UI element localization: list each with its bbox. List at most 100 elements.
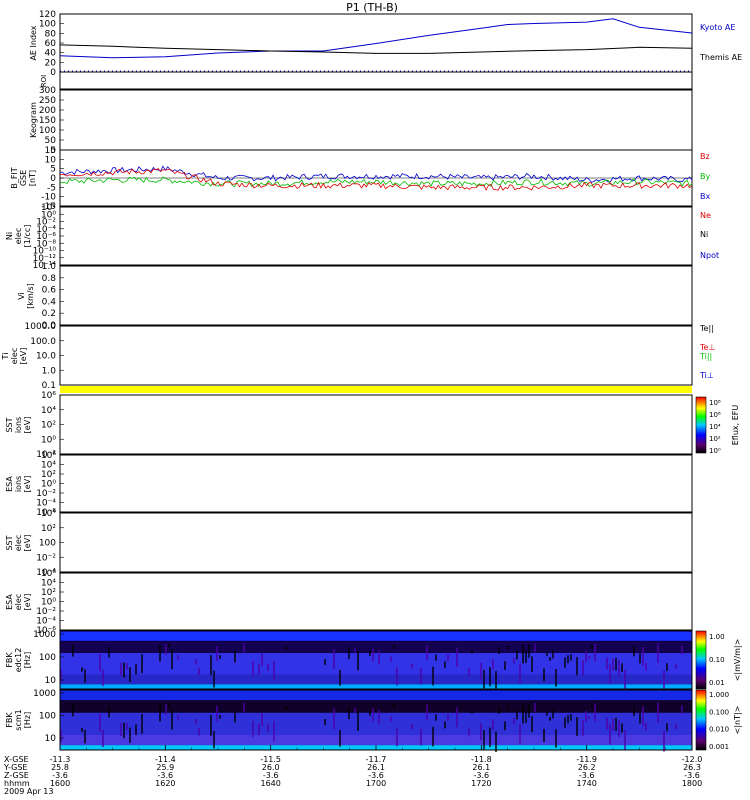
fbk1-spec-stripe [588, 656, 590, 660]
fbk2-spec-stripe [549, 716, 551, 721]
esa_i-ytick-label: 10⁰ [41, 480, 56, 490]
vi-ylabel-units: [km/s] [26, 283, 35, 309]
fbk2-spec-stripe [591, 704, 593, 709]
esa_e-ytick-label: 10⁻² [36, 607, 56, 617]
fbk1-spec-stripe [354, 648, 356, 653]
fbk2-spec-stripe [492, 719, 494, 730]
fbk2-ylabel-channel: scm1 [14, 709, 23, 730]
legend-npot: Npot [700, 251, 719, 260]
roi-ylabel: ROI [40, 75, 48, 87]
fbk2-spec-stripe [210, 714, 212, 736]
fbk2-spec-stripe [372, 708, 374, 722]
fbk2-spec-stripe [555, 729, 557, 748]
fbk2-spec-stripe [390, 716, 392, 722]
fbk2-spec-stripe [129, 727, 131, 743]
fbk2-spec-stripe [216, 705, 218, 721]
fbk2-spec-stripe [615, 717, 617, 731]
sst-elec-panel-frame [59, 512, 693, 573]
fbk2-spec-stripe [504, 721, 506, 731]
fbk1-spec-stripe [99, 654, 101, 672]
esa-ions-ylabel: ESA [5, 476, 14, 492]
fbk1-spec-stripe [528, 644, 530, 658]
fbk2-spec-stripe [219, 714, 221, 719]
fbk2-spec-stripe [612, 718, 614, 731]
esa-elec-panel-frame [59, 572, 693, 631]
fbk2-spec-stripe [354, 707, 356, 713]
fbk1-spec-stripe [123, 662, 125, 678]
sst-elec-ylabel: SST [5, 535, 14, 550]
fbk1-spec-stripe [552, 650, 554, 659]
fbk1-spec-stripe [72, 644, 74, 657]
series-themis-ae [59, 44, 693, 54]
fbk1-spec-stripe [390, 656, 392, 662]
vi-panel-frame [59, 265, 693, 326]
fbk2-spec-stripe [258, 723, 260, 735]
fbk2-spec-stripe [252, 721, 254, 737]
fbk1-spec-stripe [243, 643, 245, 653]
sst-elec-ylabel-units: [eV] [23, 535, 32, 552]
fbk2-spec-stripe [519, 724, 521, 744]
fbk1-spec-stripe [612, 658, 614, 671]
fbk2-spec-stripe [471, 709, 473, 714]
fbk1-spec-stripe [489, 667, 491, 687]
fbk2-ylabel-units: [Hz] [23, 712, 32, 728]
x-tick-t: 1800 [682, 779, 702, 788]
fbk2-spec-stripe [663, 730, 665, 752]
fbk2-spec-stripe [444, 721, 446, 729]
bfgm-ylabel-frame: GSE [19, 170, 28, 186]
ae-ytick-label: 60 [45, 39, 57, 49]
x-tick-t: 1740 [576, 779, 596, 788]
esa-ions-ylabel-units: [eV] [23, 476, 32, 493]
esa_e-ytick-label: 10⁻⁴ [36, 617, 56, 627]
fbk1-spec-stripe [198, 667, 200, 675]
fbk2-spec-stripe [411, 723, 413, 729]
fbk2-spec-stripe [489, 727, 491, 748]
fbk2-spec-stripe [393, 703, 395, 709]
fbk2-spec-band [60, 700, 692, 713]
esa_i-ytick-label: 10⁶ [41, 451, 56, 461]
fbk1-spec-stripe [378, 650, 380, 665]
fbk1-spec-stripe [468, 667, 470, 676]
fbk2-spec-stripe [666, 723, 668, 732]
cb-fbk1-ticks-label: 1.00 [709, 633, 725, 641]
x-row-label: 2009 Apr 13 [4, 787, 53, 796]
esa-elec-ylabel-species: elec [14, 594, 23, 610]
fbk1-spec-stripe [585, 651, 587, 662]
ti-ylabel-species: elec [10, 348, 19, 364]
fbk1-spec-stripe [507, 645, 509, 650]
fbk1-spec-band [60, 640, 692, 654]
esa_i-ytick-label: 10⁻⁴ [36, 499, 56, 509]
fbk1-spec-stripe [357, 651, 359, 671]
fbk2-spec-stripe [348, 707, 350, 720]
keo-ytick-label: 150 [39, 116, 56, 126]
colorbars: 10⁸10⁶10⁴10²10⁰ Eflux, EFU 1.000.100.01 … [695, 396, 742, 751]
legend-kyoto-ae: Kyoto AE [700, 23, 735, 32]
fbk2-spec-stripe [564, 717, 566, 728]
legend-te-perp: Te⊥ [699, 343, 715, 352]
ti-ytick-label: 0.1 [42, 381, 56, 391]
fbk1-spec-stripe [420, 668, 422, 685]
fbk2-spec-stripe [369, 710, 371, 716]
fbk2-spec-stripe [165, 703, 167, 715]
fbk2-spec-stripe [396, 727, 398, 747]
fbk2-spec-stripe [333, 708, 335, 730]
keo-ytick-label: 200 [39, 106, 56, 116]
fbk2-spectrogram [60, 690, 692, 753]
ti-ylabel-units: [eV] [19, 348, 28, 365]
fbk1-spec-stripe [102, 669, 104, 687]
fbk1-spec-band [60, 684, 692, 689]
fbk2-spec-stripe [168, 702, 170, 708]
ti-ytick-label: 1000.0 [25, 322, 57, 332]
sst_i-ytick-label: 10⁴ [41, 406, 56, 416]
fbk2-spec-stripe [177, 714, 179, 721]
fbk2-spec-stripe [618, 720, 620, 737]
fbk1-spec-stripe [252, 661, 254, 677]
fbk2-spec-stripe [108, 706, 110, 718]
fbk2-spec-stripe [525, 710, 527, 723]
fbk2-spec-stripe [339, 730, 341, 747]
bfgm-ylabel-units: [nT] [28, 170, 37, 186]
fbk1-spec-band [60, 653, 692, 675]
legend-bz: Bz [700, 152, 710, 161]
fbk2-spec-stripe [567, 715, 569, 724]
fbk2-spec-stripe [528, 704, 530, 718]
